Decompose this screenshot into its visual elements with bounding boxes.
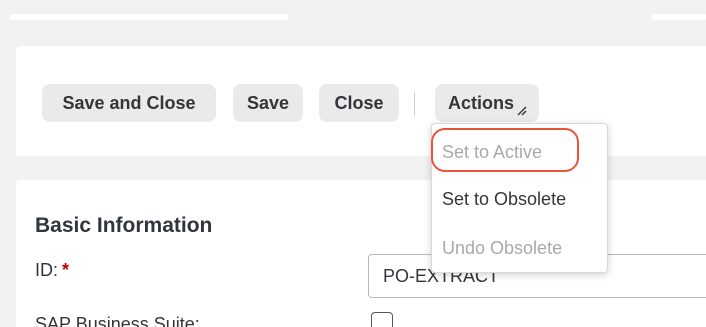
save-and-close-button[interactable]: Save and Close <box>42 84 216 122</box>
required-marker: * <box>62 260 70 280</box>
app-window: Save and Close Save Close Actions Basic … <box>0 0 706 327</box>
actions-menu: Set to Active Set to Obsolete Undo Obsol… <box>431 123 608 273</box>
sap-business-suite-checkbox[interactable] <box>371 312 393 327</box>
id-label-row: ID: * <box>35 260 69 281</box>
top-strip <box>0 0 706 44</box>
menu-item-set-to-obsolete[interactable]: Set to Obsolete <box>432 179 609 219</box>
id-label: ID: <box>35 260 59 280</box>
resize-grip-icon <box>517 106 527 116</box>
top-bar-right <box>652 14 706 20</box>
close-button[interactable]: Close <box>319 84 399 122</box>
menu-item-set-to-active[interactable]: Set to Active <box>432 132 609 172</box>
menu-item-undo-obsolete[interactable]: Undo Obsolete <box>432 228 609 268</box>
save-button[interactable]: Save <box>233 84 303 122</box>
actions-button-label: Actions <box>447 93 514 113</box>
sap-business-suite-label: SAP Business Suite: <box>35 314 200 327</box>
section-title: Basic Information <box>35 214 213 237</box>
toolbar-separator <box>414 92 415 116</box>
actions-button[interactable]: Actions <box>435 84 539 122</box>
top-bar-left <box>10 14 288 20</box>
